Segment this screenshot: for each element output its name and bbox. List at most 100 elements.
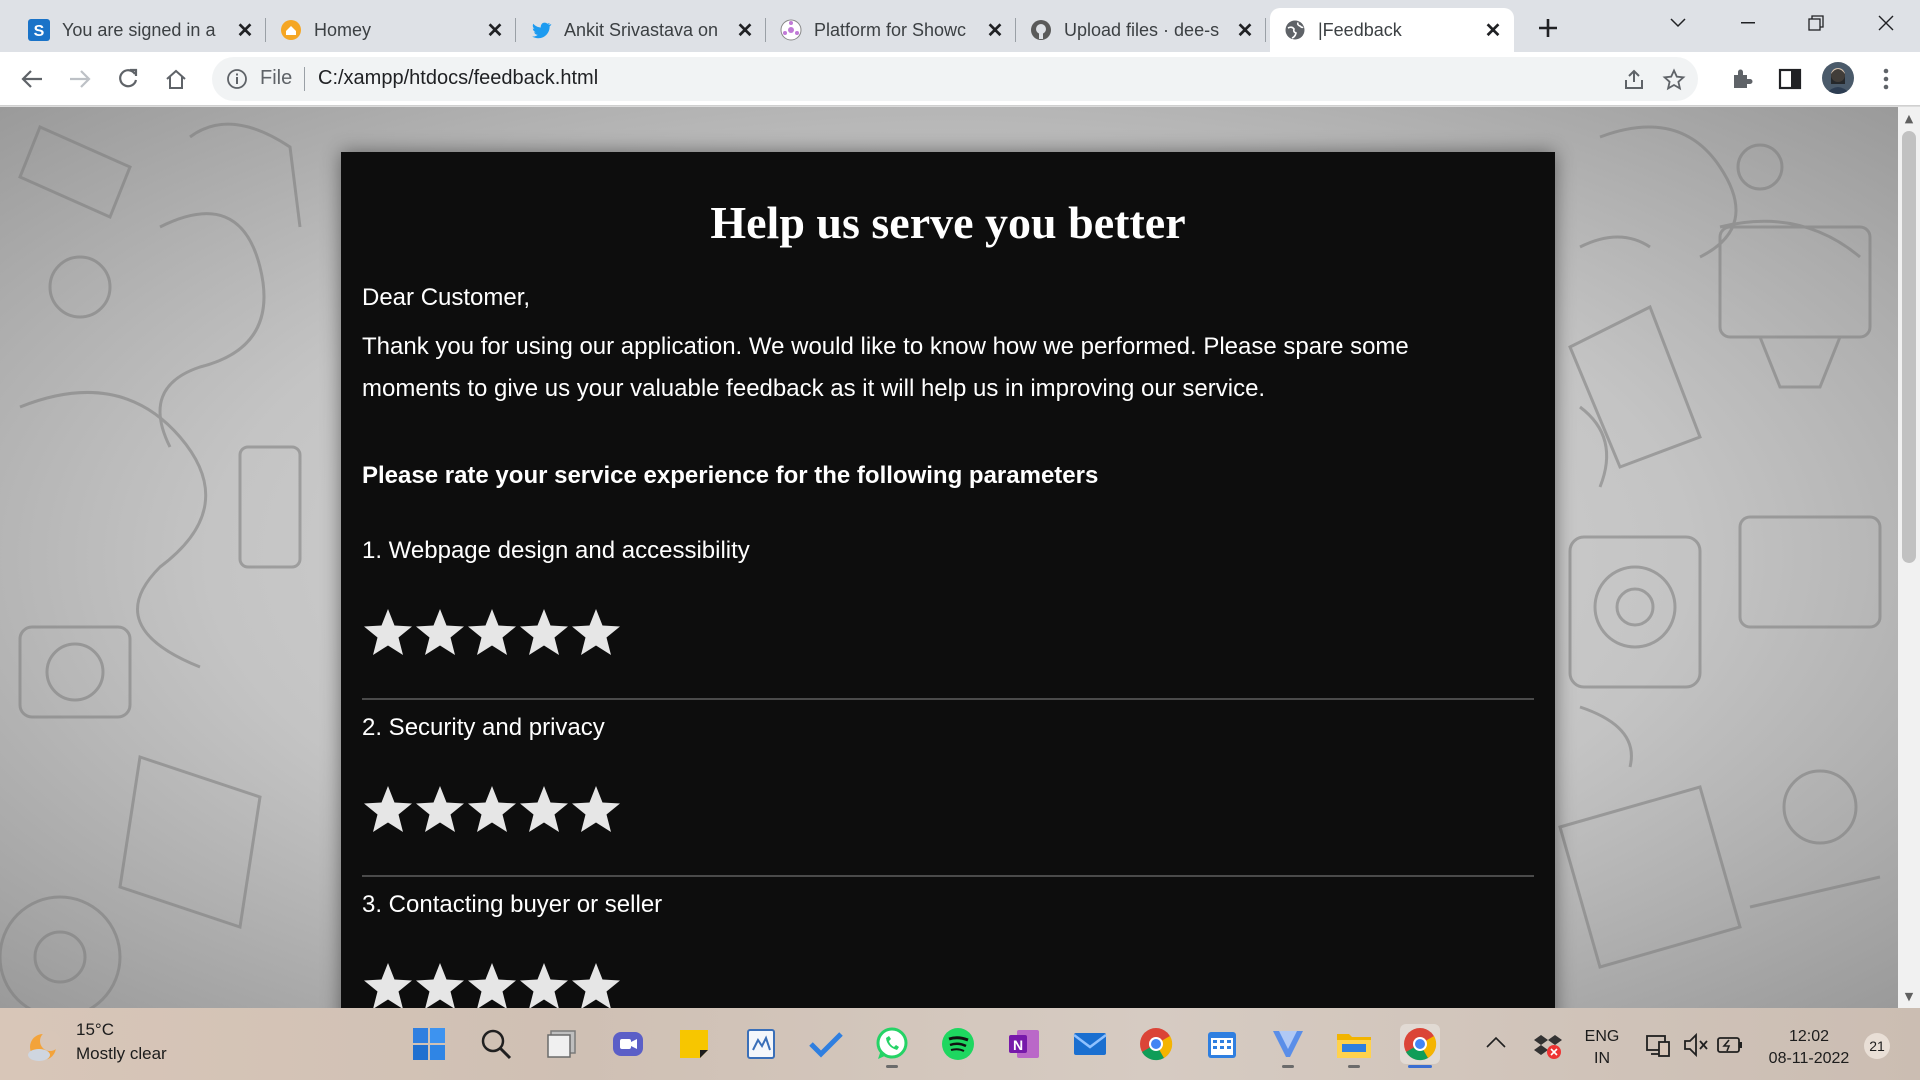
star-icon[interactable] xyxy=(518,783,570,837)
task-view-button[interactable] xyxy=(542,1024,582,1064)
intro-paragraph: Thank you for using our application. We … xyxy=(362,333,1409,402)
star-icon[interactable] xyxy=(414,783,466,837)
minimize-button[interactable] xyxy=(1728,8,1768,38)
tab-feedback[interactable]: |Feedback ✕ xyxy=(1270,8,1514,52)
reload-button[interactable] xyxy=(110,61,146,97)
whatsapp-button[interactable] xyxy=(872,1024,912,1068)
arrow-right-icon xyxy=(70,70,91,88)
star-icon[interactable] xyxy=(570,606,622,660)
star-icon[interactable] xyxy=(466,960,518,1008)
tab-title: Upload files · dee-s xyxy=(1064,19,1220,40)
file-explorer-button[interactable] xyxy=(1334,1024,1374,1068)
close-window-button[interactable] xyxy=(1866,8,1906,38)
back-button[interactable] xyxy=(14,61,50,97)
star-icon[interactable] xyxy=(414,960,466,1008)
dropbox-icon[interactable] xyxy=(1534,1032,1562,1060)
tab-twitter[interactable]: Ankit Srivastava on ✕ xyxy=(516,8,766,52)
star-icon[interactable] xyxy=(518,960,570,1008)
weather-moon-icon[interactable] xyxy=(26,1028,62,1064)
close-icon[interactable]: ✕ xyxy=(1482,19,1504,42)
language-indicator[interactable]: ENG IN xyxy=(1580,1026,1624,1070)
sticky-notes-button[interactable] xyxy=(674,1024,714,1064)
scroll-up-icon[interactable]: ▲ xyxy=(1903,113,1915,125)
onenote-button[interactable]: N xyxy=(1004,1024,1044,1064)
page-scrollbar[interactable]: ▲ ▼ xyxy=(1898,107,1920,1008)
tab-title: Homey xyxy=(314,19,372,40)
calendar-button[interactable] xyxy=(1202,1024,1242,1064)
chevron-down-icon xyxy=(1670,18,1686,28)
chevron-up-icon[interactable] xyxy=(1486,1036,1506,1048)
star-rating-security[interactable] xyxy=(362,783,622,839)
star-icon[interactable] xyxy=(362,783,414,837)
avatar[interactable] xyxy=(1822,62,1854,94)
search-button[interactable] xyxy=(476,1024,516,1064)
whiteboard-button[interactable] xyxy=(741,1024,781,1064)
plus-icon xyxy=(1539,19,1557,37)
star-icon[interactable] xyxy=(570,960,622,1008)
chrome-active-button[interactable] xyxy=(1400,1024,1440,1068)
spotify-button[interactable] xyxy=(938,1024,978,1064)
search-icon xyxy=(481,1029,512,1060)
mail-icon xyxy=(1073,1033,1107,1055)
new-tab-button[interactable] xyxy=(1527,10,1569,46)
restore-button[interactable] xyxy=(1796,8,1836,38)
close-icon[interactable]: ✕ xyxy=(234,19,256,42)
todo-button[interactable] xyxy=(806,1024,846,1064)
close-icon[interactable]: ✕ xyxy=(1234,19,1256,42)
address-bar[interactable]: File C:/xampp/htdocs/feedback.html xyxy=(212,57,1698,101)
start-button[interactable] xyxy=(409,1024,449,1064)
home-button[interactable] xyxy=(158,61,194,97)
tab-title: You are signed in a xyxy=(62,19,216,40)
star-rating-design[interactable] xyxy=(362,606,622,662)
extensions-icon[interactable] xyxy=(1729,66,1755,92)
clock[interactable]: 12:02 08-11-2022 xyxy=(1762,1026,1856,1070)
chrome-icon xyxy=(1140,1028,1173,1061)
menu-button[interactable] xyxy=(1868,61,1904,97)
more-vert-icon xyxy=(1883,68,1889,90)
tab-github[interactable]: Upload files · dee-s ✕ xyxy=(1016,8,1266,52)
onenote-icon: N xyxy=(1009,1030,1039,1058)
tab-platform[interactable]: Platform for Showc ✕ xyxy=(766,8,1016,52)
github-icon xyxy=(1030,19,1052,41)
whiteboard-icon xyxy=(747,1029,775,1059)
weather-temperature[interactable]: 15°C xyxy=(76,1020,114,1040)
whatsapp-icon xyxy=(876,1027,908,1059)
mail-button[interactable] xyxy=(1070,1024,1110,1064)
tab-signed-in[interactable]: S You are signed in a ✕ xyxy=(14,8,266,52)
greeting-text: Dear Customer, xyxy=(362,284,531,311)
close-icon[interactable]: ✕ xyxy=(484,19,506,42)
star-icon[interactable] xyxy=(466,783,518,837)
scrollbar-thumb[interactable] xyxy=(1902,131,1916,563)
url-text[interactable]: C:/xampp/htdocs/feedback.html xyxy=(318,67,598,90)
info-icon[interactable] xyxy=(226,68,248,90)
star-icon[interactable] xyxy=(570,783,622,837)
checkmark-icon xyxy=(809,1032,843,1058)
scroll-down-icon[interactable]: ▼ xyxy=(1903,991,1915,1003)
folder-icon xyxy=(1337,1034,1371,1058)
close-icon[interactable]: ✕ xyxy=(734,19,756,42)
volume-mute-icon[interactable] xyxy=(1683,1032,1709,1058)
weather-description[interactable]: Mostly clear xyxy=(76,1044,167,1064)
notification-badge[interactable]: 21 xyxy=(1864,1033,1890,1059)
star-icon[interactable] xyxy=(518,606,570,660)
question-label: 1. Webpage design and accessibility xyxy=(362,537,750,564)
chrome-button[interactable] xyxy=(1136,1024,1176,1064)
forward-button[interactable] xyxy=(62,61,98,97)
star-icon[interactable] xyxy=(466,606,518,660)
star-icon[interactable] xyxy=(362,960,414,1008)
tab-homey[interactable]: Homey ✕ xyxy=(266,8,516,52)
platform-icon xyxy=(780,19,802,41)
star-icon[interactable] xyxy=(362,606,414,660)
spotify-icon xyxy=(942,1028,974,1060)
side-panel-icon[interactable] xyxy=(1777,66,1803,92)
tab-search-button[interactable] xyxy=(1658,8,1698,38)
close-icon[interactable]: ✕ xyxy=(984,19,1006,42)
teams-chat-button[interactable] xyxy=(608,1024,648,1064)
network-icon[interactable] xyxy=(1645,1032,1671,1058)
star-icon[interactable] xyxy=(414,606,466,660)
share-icon[interactable] xyxy=(1622,68,1646,92)
power-automate-button[interactable] xyxy=(1268,1024,1308,1068)
battery-icon[interactable] xyxy=(1716,1032,1744,1058)
star-icon[interactable] xyxy=(1662,68,1686,92)
star-rating-contact[interactable] xyxy=(362,960,622,1008)
